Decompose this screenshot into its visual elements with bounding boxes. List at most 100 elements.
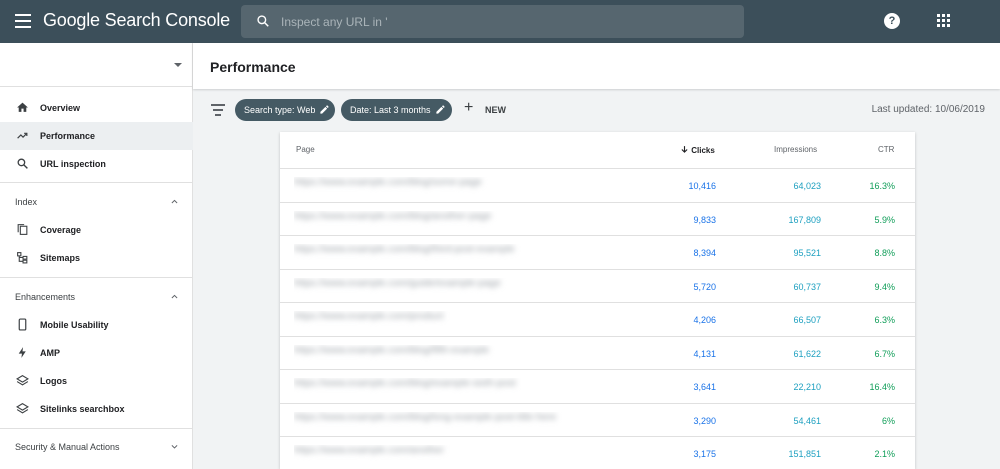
- page-url-cell[interactable]: https://www.example.com/blog/fifth-examp…: [294, 345, 624, 363]
- impressions-cell: 64,023: [793, 181, 821, 191]
- table-row[interactable]: https://www.example.com/blog/some-page 1…: [280, 168, 915, 202]
- sidebar-item-label: URL inspection: [40, 159, 106, 169]
- clicks-cell: 3,175: [693, 449, 716, 459]
- table-row[interactable]: https://www.example.com/blog/another-pag…: [280, 201, 915, 236]
- page-url: https://www.example.com/blog/example-six…: [294, 378, 516, 389]
- clicks-cell: 8,394: [693, 248, 716, 258]
- section-label: Security & Manual Actions: [15, 442, 120, 452]
- impressions-cell: 60,737: [793, 281, 821, 292]
- ctr-cell: 9.4%: [874, 281, 895, 292]
- sidebar-section-security[interactable]: Security & Manual Actions: [0, 434, 193, 460]
- url-inspect-searchbox[interactable]: [241, 5, 744, 38]
- sidebar-item-coverage[interactable]: Coverage: [0, 216, 193, 244]
- page-url-cell[interactable]: https://www.example.com/blog/third-post-…: [294, 244, 624, 262]
- search-icon: [257, 15, 269, 27]
- last-updated-text: Last updated: 10/06/2019: [871, 104, 985, 115]
- column-header-clicks[interactable]: Clicks: [680, 145, 715, 155]
- top-app-bar: Google Search Console ?: [0, 0, 1000, 43]
- clicks-cell: 10,416: [688, 181, 716, 191]
- clicks-cell: 3,290: [693, 415, 716, 426]
- sidebar-divider: [0, 277, 193, 278]
- sidebar-item-label: Mobile Usability: [40, 320, 109, 330]
- sidebar-item-url-inspection[interactable]: URL inspection: [0, 150, 193, 178]
- page-url-cell[interactable]: https://www.example.com/another: [294, 445, 624, 463]
- help-icon[interactable]: ?: [884, 13, 900, 29]
- layers-icon: [16, 374, 29, 386]
- apps-grid-icon[interactable]: [937, 14, 950, 27]
- url-inspect-input[interactable]: [281, 12, 721, 32]
- column-header-label: Clicks: [691, 146, 715, 155]
- search-type-chip[interactable]: Search type: Web: [235, 99, 335, 121]
- layers-icon: [16, 402, 29, 414]
- page-url-cell[interactable]: https://www.example.com/blog/long-exampl…: [294, 412, 624, 430]
- column-header-page[interactable]: Page: [296, 145, 315, 154]
- sidebar-item-performance[interactable]: Performance: [0, 122, 193, 150]
- clicks-cell: 3,641: [693, 382, 716, 392]
- sidebar-item-label: AMP: [40, 348, 60, 358]
- phone-icon: [18, 318, 27, 331]
- product-logo[interactable]: Google Search Console: [43, 10, 230, 31]
- clicks-cell: 5,720: [693, 281, 716, 292]
- sidebar-item-amp[interactable]: AMP: [0, 339, 193, 367]
- brand-product: Search Console: [104, 10, 230, 30]
- impressions-cell: 22,210: [793, 382, 821, 392]
- section-label: Index: [15, 197, 38, 207]
- table-row[interactable]: https://www.example.com/product 4,206 66…: [280, 302, 915, 336]
- clicks-cell: 4,131: [693, 348, 716, 359]
- clicks-cell: 9,833: [693, 214, 716, 225]
- page-header: Performance: [193, 43, 1000, 89]
- column-header-impressions[interactable]: Impressions: [774, 145, 817, 154]
- table-row[interactable]: https://www.example.com/blog/long-exampl…: [280, 402, 915, 437]
- home-icon: [17, 102, 28, 112]
- sidebar-divider: [0, 182, 193, 183]
- page-url: https://www.example.com/blog/third-post-…: [294, 244, 515, 255]
- page-url-cell[interactable]: https://www.example.com/product: [294, 311, 624, 329]
- page-url: https://www.example.com/blog/fifth-examp…: [294, 344, 490, 356]
- impressions-cell: 54,461: [793, 415, 821, 426]
- ctr-cell: 8.8%: [874, 248, 895, 258]
- page-url-cell[interactable]: https://www.example.com/blog/example-six…: [294, 378, 624, 396]
- sidebar-item-overview[interactable]: Overview: [0, 94, 193, 122]
- table-row[interactable]: https://www.example.com/another 3,175 15…: [280, 436, 915, 469]
- ctr-cell: 6.7%: [874, 348, 895, 359]
- ctr-cell: 16.4%: [869, 382, 895, 392]
- chip-label: Search type: Web: [244, 105, 316, 115]
- property-selector[interactable]: [0, 43, 193, 87]
- sidebar-item-label: Performance: [40, 131, 96, 141]
- sidebar-item-sitemaps[interactable]: Sitemaps: [0, 244, 193, 272]
- column-header-ctr[interactable]: CTR: [878, 145, 894, 154]
- chevron-down-icon: [171, 445, 178, 449]
- date-range-chip[interactable]: Date: Last 3 months: [341, 99, 452, 121]
- sitemap-icon: [17, 252, 28, 264]
- sidebar-item-label: Sitemaps: [40, 253, 81, 263]
- edit-pencil-icon: [436, 105, 445, 114]
- page-url-cell[interactable]: https://www.example.com/guide/example-pa…: [294, 278, 624, 296]
- sidebar-item-label: Logos: [40, 376, 67, 386]
- sidebar-section-index[interactable]: Index: [0, 189, 193, 215]
- hamburger-menu-icon[interactable]: [15, 14, 31, 28]
- table-row[interactable]: https://www.example.com/guide/example-pa…: [280, 268, 915, 303]
- table-row[interactable]: https://www.example.com/blog/example-six…: [280, 369, 915, 403]
- bolt-icon: [18, 347, 26, 358]
- ctr-cell: 2.1%: [874, 449, 895, 459]
- sidebar-item-logos[interactable]: Logos: [0, 367, 193, 395]
- table-row[interactable]: https://www.example.com/blog/fifth-examp…: [280, 335, 915, 370]
- sidebar-item-label: Sitelinks searchbox: [40, 404, 125, 414]
- impressions-cell: 167,809: [788, 214, 821, 225]
- dropdown-caret-icon: [174, 63, 182, 67]
- page-url: https://www.example.com/guide/example-pa…: [294, 277, 501, 289]
- chevron-up-icon: [171, 294, 178, 299]
- sidebar-section-enhancements[interactable]: Enhancements: [0, 284, 193, 310]
- sidebar-item-label: Overview: [40, 103, 81, 113]
- page-url-cell[interactable]: https://www.example.com/blog/some-page: [294, 177, 624, 195]
- edit-pencil-icon: [320, 105, 329, 114]
- trending-up-icon: [17, 132, 28, 139]
- page-url: https://www.example.com/product: [294, 311, 444, 322]
- impressions-cell: 95,521: [793, 248, 821, 258]
- ctr-cell: 5.9%: [874, 214, 895, 225]
- table-row[interactable]: https://www.example.com/blog/third-post-…: [280, 235, 915, 269]
- sidebar-item-mobile-usability[interactable]: Mobile Usability: [0, 311, 193, 339]
- sidebar-item-sitelinks-searchbox[interactable]: Sitelinks searchbox: [0, 395, 193, 423]
- page-url-cell[interactable]: https://www.example.com/blog/another-pag…: [294, 211, 624, 229]
- filter-icon[interactable]: [211, 104, 225, 116]
